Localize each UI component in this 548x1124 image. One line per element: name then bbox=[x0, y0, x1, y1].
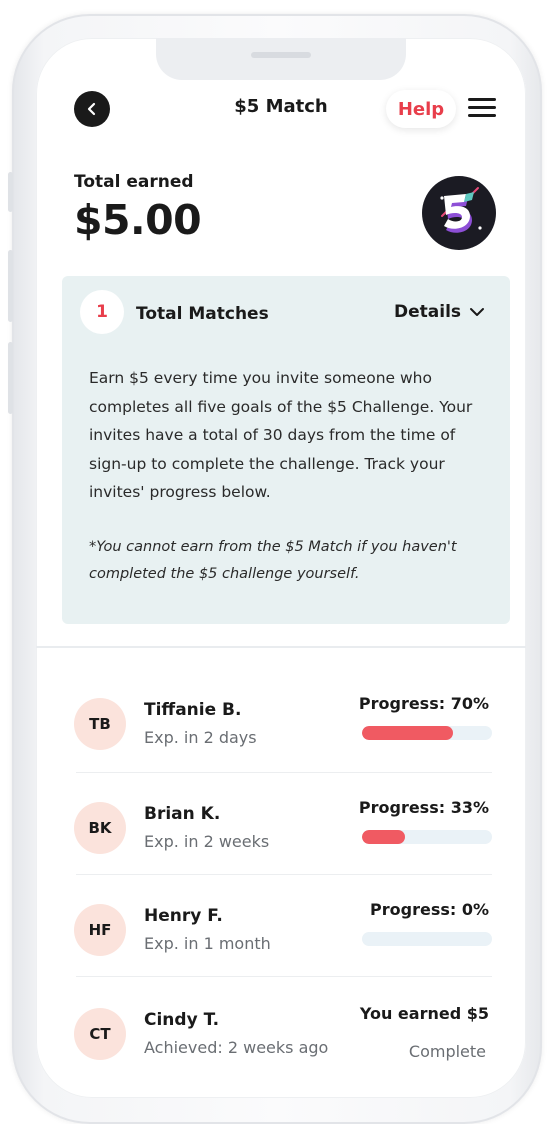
menu-button[interactable] bbox=[468, 96, 498, 120]
invite-row[interactable]: TB Tiffanie B. Exp. in 2 days Progress: … bbox=[36, 670, 526, 770]
matches-description: Earn $5 every time you invite someone wh… bbox=[89, 369, 473, 501]
avatar: HF bbox=[74, 904, 126, 956]
progress-label: Progress: 70% bbox=[358, 694, 489, 713]
chevron-down-icon bbox=[470, 308, 485, 316]
matches-note: *You cannot earn from the $5 Match if yo… bbox=[89, 539, 457, 582]
row-divider bbox=[76, 976, 492, 977]
invite-expiry: Exp. in 2 days bbox=[144, 728, 257, 747]
phone-volume-up bbox=[8, 250, 13, 322]
progress-bar bbox=[362, 830, 492, 844]
progress-label: Progress: 33% bbox=[358, 798, 489, 817]
phone-notch bbox=[156, 38, 406, 80]
avatar: BK bbox=[74, 802, 126, 854]
invite-row[interactable]: BK Brian K. Exp. in 2 weeks Progress: 33… bbox=[36, 774, 526, 874]
earned-label: You earned $5 bbox=[359, 1004, 489, 1023]
total-earned-label: Total earned bbox=[74, 172, 194, 192]
section-divider bbox=[36, 646, 526, 648]
phone-volume-down bbox=[8, 342, 13, 414]
row-divider bbox=[76, 874, 492, 875]
invite-row[interactable]: HF Henry F. Exp. in 1 month Progress: 0% bbox=[36, 876, 526, 976]
phone-mute-switch bbox=[8, 172, 13, 212]
invite-name: Tiffanie B. bbox=[144, 700, 242, 720]
invite-row[interactable]: CT Cindy T. Achieved: 2 weeks ago You ea… bbox=[36, 980, 526, 1080]
invite-name: Cindy T. bbox=[144, 1010, 220, 1030]
five-dollar-badge-icon bbox=[422, 176, 496, 250]
help-button[interactable]: Help bbox=[386, 90, 456, 128]
app-screen: $5 Match Help Total earned $5.00 1 Total… bbox=[36, 38, 526, 1098]
total-earned-amount: $5.00 bbox=[74, 196, 202, 244]
progress-fill bbox=[362, 726, 453, 740]
matches-panel: 1 Total Matches Details Earn $5 every ti… bbox=[62, 276, 510, 624]
invite-expiry: Exp. in 2 weeks bbox=[144, 832, 270, 851]
invite-name: Henry F. bbox=[144, 906, 223, 926]
matches-count: 1 bbox=[80, 290, 124, 334]
avatar: TB bbox=[74, 698, 126, 750]
matches-title: Total Matches bbox=[136, 304, 269, 324]
avatar: CT bbox=[74, 1008, 126, 1060]
progress-bar bbox=[362, 932, 492, 946]
progress-label: Progress: 0% bbox=[370, 900, 489, 919]
row-divider bbox=[76, 772, 492, 773]
invite-expiry: Exp. in 1 month bbox=[144, 934, 271, 953]
details-label: Details bbox=[394, 302, 462, 322]
hamburger-menu-icon-bar bbox=[468, 106, 496, 109]
progress-fill bbox=[362, 830, 405, 844]
details-toggle[interactable]: Details bbox=[394, 302, 485, 322]
invite-expiry: Achieved: 2 weeks ago bbox=[144, 1038, 329, 1057]
progress-bar bbox=[362, 726, 492, 740]
hamburger-menu-icon-bar bbox=[468, 114, 496, 117]
phone-speaker bbox=[251, 52, 311, 58]
hamburger-menu-icon bbox=[468, 98, 496, 101]
status-badge: Complete bbox=[408, 1042, 486, 1061]
invite-name: Brian K. bbox=[144, 804, 221, 824]
